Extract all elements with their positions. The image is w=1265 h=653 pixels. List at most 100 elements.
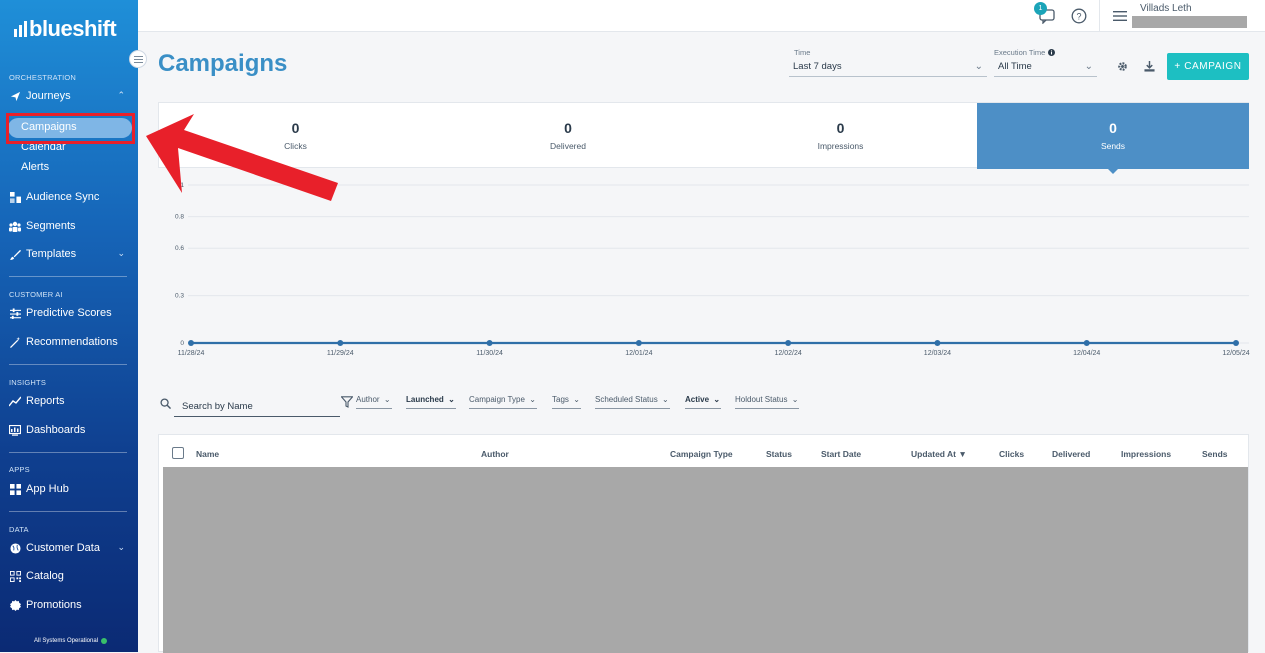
execution-time-select[interactable]: All Time ⌄ <box>994 57 1097 77</box>
magic-wand-icon <box>9 336 21 348</box>
column-header-campaign-type[interactable]: Campaign Type <box>670 449 733 459</box>
chevron-down-icon: ⌄ <box>791 395 799 404</box>
sidebar-item-predictive-scores[interactable]: Predictive Scores <box>9 303 131 323</box>
sidebar-item-journeys[interactable]: Journeys ⌃ <box>9 86 131 106</box>
highlight-box <box>6 113 135 144</box>
section-insights: INSIGHTS <box>9 378 47 387</box>
add-campaign-button[interactable]: + CAMPAIGN <box>1167 53 1249 80</box>
select-all-checkbox[interactable] <box>172 447 184 459</box>
filter-launched[interactable]: Launched ⌄ <box>406 395 456 409</box>
data-point[interactable] <box>486 340 493 346</box>
column-header-sends[interactable]: Sends <box>1202 449 1228 459</box>
sidebar-divider <box>9 511 127 512</box>
dashboard-icon <box>9 424 21 436</box>
filter-scheduled-status[interactable]: Scheduled Status ⌄ <box>595 395 670 409</box>
x-tick-label: 12/04/24 <box>1073 350 1100 357</box>
sidebar-item-label: Customer Data <box>26 542 100 554</box>
system-status[interactable]: All Systems Operational <box>34 638 108 644</box>
section-orchestration: ORCHESTRATION <box>9 73 77 82</box>
stat-sends[interactable]: 0 Sends <box>977 103 1249 169</box>
help-icon[interactable]: ? <box>1070 7 1088 25</box>
page-title: Campaigns <box>158 50 288 77</box>
redacted-table-rows <box>163 467 1248 653</box>
section-data: DATA <box>9 525 29 534</box>
column-header-updated-at[interactable]: Updated At ▼ <box>911 449 967 459</box>
sidebar-item-label: Recommendations <box>26 336 118 348</box>
chevron-down-icon: ⌄ <box>573 395 580 404</box>
x-tick-label: 11/28/24 <box>178 350 205 357</box>
column-header-delivered[interactable]: Delivered <box>1052 449 1090 459</box>
x-tick-label: 12/05/24 <box>1222 350 1249 357</box>
sidebar-item-catalog[interactable]: Catalog <box>9 566 131 586</box>
column-header-impressions[interactable]: Impressions <box>1121 449 1171 459</box>
y-tick-label: 0.8 <box>175 214 184 221</box>
sidebar-item-label: Predictive Scores <box>26 307 112 319</box>
data-point[interactable] <box>635 340 642 346</box>
globe-icon <box>9 542 21 554</box>
stat-label: Delivered <box>550 141 586 151</box>
execution-time-label: Execution Time <box>994 48 1056 57</box>
stat-value: 0 <box>1109 120 1117 136</box>
data-point[interactable] <box>1233 340 1239 346</box>
data-point[interactable] <box>934 340 941 346</box>
sidebar-item-customer-data[interactable]: Customer Data ⌄ <box>9 538 131 558</box>
filter-active[interactable]: Active ⌄ <box>685 395 722 409</box>
stat-impressions[interactable]: 0 Impressions <box>704 103 977 169</box>
filter-holdout-status[interactable]: Holdout Status ⌄ <box>735 395 800 409</box>
execution-time-label-text: Execution Time <box>994 48 1046 57</box>
red-arrow-icon <box>146 114 338 201</box>
search-input[interactable] <box>174 390 340 417</box>
data-point[interactable] <box>1083 340 1090 346</box>
y-tick-label: 0 <box>180 340 184 347</box>
filter-campaign-type[interactable]: Campaign Type ⌄ <box>469 395 537 409</box>
gear-icon[interactable] <box>1114 58 1130 74</box>
sidebar-collapse-button[interactable] <box>129 50 147 68</box>
data-point[interactable] <box>188 340 194 346</box>
user-name[interactable]: Villads Leth <box>1140 3 1192 14</box>
sidebar-item-alerts[interactable]: Alerts <box>21 161 49 173</box>
sidebar-item-promotions[interactable]: Promotions <box>9 595 131 615</box>
svg-text:?: ? <box>1076 12 1081 22</box>
stat-label: Sends <box>1100 141 1126 151</box>
sidebar-item-app-hub[interactable]: App Hub <box>9 479 131 499</box>
brand-logo[interactable]: blueshift <box>14 16 117 42</box>
top-bar: ? <box>138 0 1265 32</box>
filter-icon[interactable] <box>340 395 354 413</box>
chevron-down-icon[interactable]: ⌄ <box>117 542 125 553</box>
data-point[interactable] <box>785 340 792 346</box>
sidebar-item-dashboards[interactable]: Dashboards <box>9 420 131 440</box>
sidebar-item-label: App Hub <box>26 483 69 495</box>
filter-label: Campaign Type <box>469 395 525 404</box>
stat-delivered[interactable]: 0 Delivered <box>432 103 704 169</box>
sidebar-item-audience-sync[interactable]: Audience Sync <box>9 187 131 207</box>
sidebar-item-segments[interactable]: Segments <box>9 216 131 236</box>
time-select[interactable]: Last 7 days ⌄ <box>789 57 987 77</box>
sliders-icon <box>9 307 21 319</box>
y-tick-label: 0.3 <box>175 293 184 300</box>
column-header-status[interactable]: Status <box>766 449 792 459</box>
filter-author[interactable]: Author ⌄ <box>356 395 392 409</box>
filter-label: Author <box>356 395 380 404</box>
sidebar-item-recommendations[interactable]: Recommendations <box>9 332 131 352</box>
column-header-start-date[interactable]: Start Date <box>821 449 861 459</box>
chevron-up-icon[interactable]: ⌃ <box>117 90 125 101</box>
sidebar-item-reports[interactable]: Reports <box>9 391 131 411</box>
paper-plane-icon <box>9 90 21 102</box>
chevron-down-icon[interactable]: ⌄ <box>117 248 125 259</box>
sidebar-item-label: Audience Sync <box>26 191 100 203</box>
y-tick-label: 0.6 <box>175 245 184 252</box>
menu-icon[interactable] <box>1111 7 1129 25</box>
notification-badge[interactable]: 1 <box>1034 2 1047 15</box>
search-icon <box>160 396 172 414</box>
x-tick-label: 12/01/24 <box>625 350 652 357</box>
column-header-name[interactable]: Name <box>196 449 219 459</box>
data-point[interactable] <box>337 340 344 346</box>
sidebar-item-templates[interactable]: Templates ⌄ <box>9 244 131 264</box>
x-tick-label: 11/30/24 <box>476 350 503 357</box>
download-icon[interactable] <box>1141 58 1157 74</box>
info-icon[interactable] <box>1048 49 1056 56</box>
column-header-clicks[interactable]: Clicks <box>999 449 1024 459</box>
chevron-down-icon: ⌄ <box>529 395 536 404</box>
column-header-author[interactable]: Author <box>481 449 509 459</box>
filter-tags[interactable]: Tags ⌄ <box>552 395 581 409</box>
